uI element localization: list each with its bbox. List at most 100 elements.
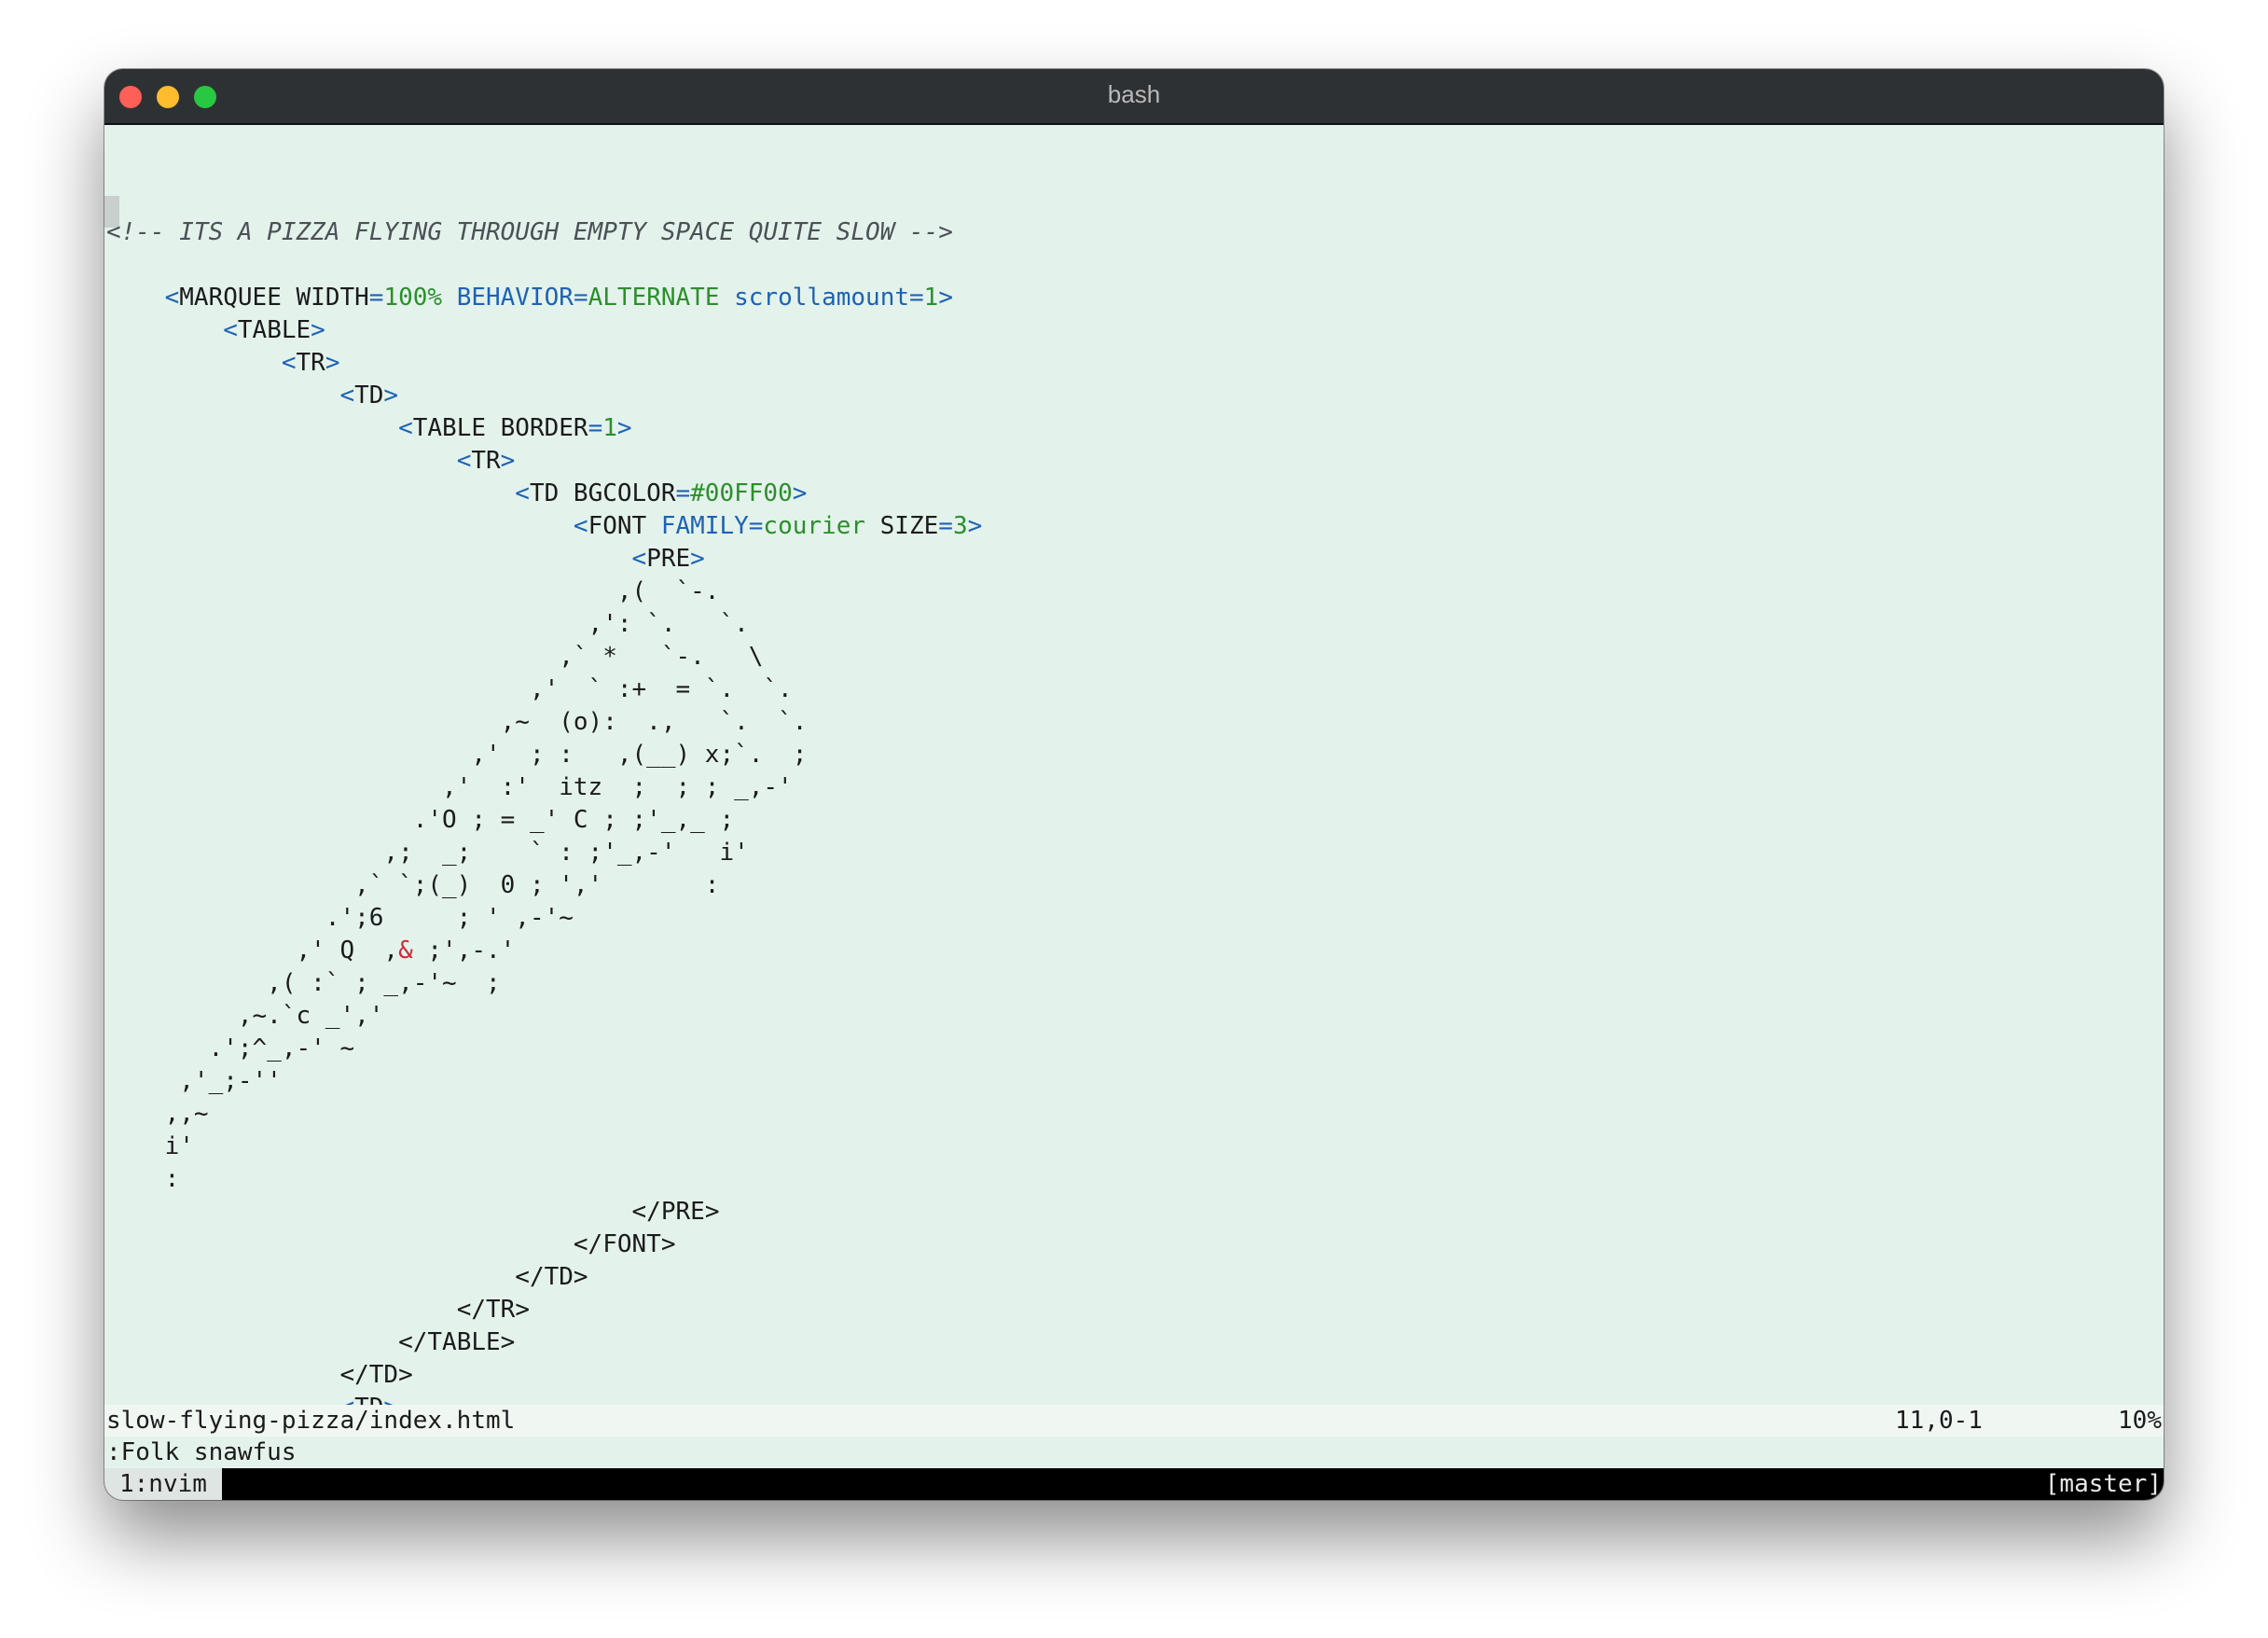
code-line: <PRE> — [106, 543, 982, 576]
code-view[interactable]: <!-- ITS A PIZZA FLYING THROUGH EMPTY SP… — [106, 216, 982, 1457]
code-line: <TR> — [106, 445, 982, 478]
code-token: </ — [398, 1328, 428, 1356]
code-token: < — [631, 545, 647, 573]
code-token: ,` `;(_) 0 ; ',' : — [106, 871, 720, 899]
statusline-scroll-percent: 10% — [2118, 1407, 2162, 1435]
code-token: = — [675, 479, 691, 507]
code-token: courier — [763, 512, 865, 540]
code-token: TD — [544, 1263, 574, 1291]
code-token: ,( `-. — [106, 577, 720, 605]
code-token: = — [573, 284, 588, 312]
code-line: ,' :' itz ; ; ; _,-' — [106, 771, 982, 804]
code-token: > — [690, 545, 705, 573]
code-token: TABLE BORDER — [412, 414, 588, 442]
code-line: ,` * `-. \ — [106, 641, 982, 673]
code-token: TD — [368, 1361, 399, 1389]
code-token: </ — [573, 1230, 603, 1258]
code-line: ,` `;(_) 0 ; ',' : — [106, 869, 982, 902]
code-token: .'O ; = _' C ; ;'_,_ ; — [106, 806, 735, 834]
code-line: </TABLE> — [106, 1326, 982, 1359]
code-line: .';^_,-' ~ — [106, 1033, 982, 1065]
code-line: <TD> — [106, 380, 982, 412]
code-token: < — [456, 447, 472, 475]
code-token: ,~ (o): ., `. `. — [106, 708, 808, 736]
code-token: > — [500, 1328, 516, 1356]
code-line: ,' Q ,& ;',-.' — [106, 935, 982, 967]
code-token: 1 — [923, 284, 939, 312]
code-token: FONT — [588, 512, 661, 540]
code-token: = — [588, 414, 603, 442]
code-line: ,; _; ` : ;'_,-' i' — [106, 837, 982, 869]
code-token: > — [398, 1361, 413, 1389]
code-token: TABLE — [427, 1328, 501, 1356]
tmux-window-tab[interactable]: 1:nvim — [104, 1468, 222, 1500]
code-token: > — [500, 447, 516, 475]
code-token: FONT — [602, 1230, 661, 1258]
code-token: </ — [339, 1361, 369, 1389]
code-token: ,' Q , — [106, 937, 399, 965]
code-token: BEHAVIOR — [456, 284, 574, 312]
code-line: ,': `. `. — [106, 608, 982, 641]
code-line: <FONT FAMILY=courier SIZE=3> — [106, 510, 982, 543]
code-line: <TR> — [106, 347, 982, 380]
vim-command-line[interactable]: :Folk snawfus — [104, 1437, 2164, 1468]
code-line: ,~.`c _',' — [106, 1000, 982, 1033]
code-token: #00FF00 — [690, 479, 793, 507]
statusline-filename: slow-flying-pizza/index.html — [106, 1407, 516, 1435]
code-token: TR — [296, 349, 325, 377]
code-token: ,' ; : ,(__) x;`. ; — [106, 741, 808, 769]
code-token: ;',-.' — [412, 937, 516, 965]
code-line: : — [106, 1163, 982, 1196]
code-token: > — [792, 479, 808, 507]
code-token: <!-- ITS A PIZZA FLYING THROUGH EMPTY SP… — [106, 218, 953, 246]
code-token: TD — [354, 382, 384, 410]
code-token: & — [398, 937, 413, 965]
code-token: ,` * `-. \ — [106, 643, 764, 671]
code-token: SIZE — [865, 512, 939, 540]
code-token: ,,~ — [106, 1100, 209, 1128]
terminal-window: bash <!-- ITS A PIZZA FLYING THROUGH EMP… — [104, 69, 2164, 1500]
code-line: ,,~ — [106, 1098, 982, 1131]
code-line: ,' ; : ,(__) x;`. ; — [106, 739, 982, 771]
code-line: <TABLE> — [106, 314, 982, 347]
code-token: > — [616, 414, 632, 442]
code-token: ,' ` :+ = `. `. — [106, 675, 793, 703]
code-line: ,' ` :+ = `. `. — [106, 673, 982, 706]
code-token: TD BGCOLOR — [529, 479, 676, 507]
code-line: </TR> — [106, 1294, 982, 1326]
code-token: > — [311, 316, 325, 344]
code-token: TR — [471, 447, 501, 475]
code-token: .';^_,-' ~ — [106, 1034, 355, 1062]
code-token: > — [573, 1263, 588, 1291]
vim-statusline: slow-flying-pizza/index.html 11,0-1 10% — [104, 1405, 2164, 1437]
code-line: <!-- ITS A PIZZA FLYING THROUGH EMPTY SP… — [106, 216, 982, 249]
code-token: = — [938, 512, 953, 540]
code-line: ,'_;-'' — [106, 1065, 982, 1098]
code-token: = — [909, 284, 924, 312]
vim-editor-buffer[interactable]: <!-- ITS A PIZZA FLYING THROUGH EMPTY SP… — [104, 125, 2164, 1454]
code-token: > — [515, 1296, 530, 1324]
code-token: > — [967, 512, 983, 540]
code-token: < — [164, 284, 180, 312]
code-token: scrollamount — [734, 284, 909, 312]
code-line: <TD BGCOLOR=#00FF00> — [106, 478, 982, 510]
window-title: bash — [1107, 80, 1161, 108]
code-token: 1 — [602, 414, 617, 442]
code-token: MARQUEE WIDTH — [179, 284, 369, 312]
code-token: ALTERNATE — [588, 284, 720, 312]
code-token: TABLE — [237, 316, 311, 344]
